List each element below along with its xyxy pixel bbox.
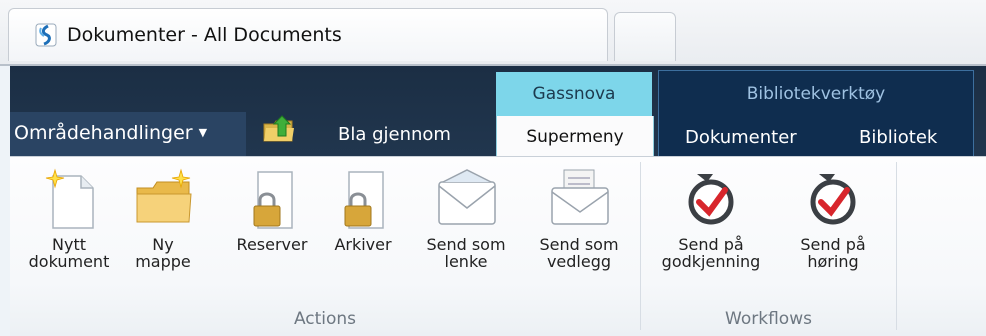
site-actions-label[interactable]: Områdehandlinger ▼	[14, 122, 207, 144]
envelope-attachment-icon	[551, 169, 609, 225]
gassnova-context-header: Gassnova	[496, 72, 652, 116]
envelope-link-icon	[438, 169, 496, 225]
command-label: Send som vedlegg	[539, 235, 619, 271]
command-label: Nytt dokument	[28, 235, 110, 271]
command-label: Send på godkjenning	[661, 235, 761, 271]
group-label-actions: Actions	[293, 309, 357, 329]
archive-lock-icon	[344, 171, 384, 229]
send-for-review-button[interactable]: Send på høring	[786, 168, 880, 270]
archive-button[interactable]: Arkiver	[322, 168, 404, 253]
sharepoint-favicon-icon	[35, 23, 57, 47]
checkout-button[interactable]: Reserver	[226, 168, 318, 253]
library-tools-header: Bibliotekverktøy	[746, 84, 886, 104]
group-divider	[896, 162, 897, 330]
tab-supermeny[interactable]: Supermeny	[496, 116, 654, 158]
send-as-attachment-button[interactable]: Send som vedlegg	[524, 168, 634, 270]
send-as-link-button[interactable]: Send som lenke	[410, 168, 522, 270]
group-divider	[640, 162, 641, 330]
command-label: Send som lenke	[426, 235, 506, 271]
checkout-lock-icon	[253, 171, 293, 229]
dropdown-arrow-icon: ▼	[198, 126, 208, 139]
new-document-button[interactable]: Nytt dokument	[20, 168, 118, 270]
tab-library[interactable]: Bibliotek	[859, 127, 937, 148]
site-actions-text: Områdehandlinger	[14, 122, 193, 144]
command-label: Reserver	[236, 235, 308, 254]
new-tab-button[interactable]	[614, 12, 676, 61]
command-label: Send på høring	[800, 235, 866, 271]
command-label: Ny mappe	[135, 235, 191, 271]
new-folder-icon	[136, 168, 192, 223]
workflow-approval-icon	[688, 174, 734, 225]
browser-tab-title: Dokumenter - All Documents	[67, 24, 342, 46]
command-label: Arkiver	[334, 235, 392, 254]
workflow-review-icon	[810, 174, 856, 225]
send-for-approval-button[interactable]: Send på godkjenning	[650, 168, 772, 270]
navigate-up-folder-icon[interactable]	[262, 114, 296, 144]
library-tools-context: Bibliotekverktøy Dokumenter Bibliotek	[658, 70, 974, 156]
browser-tab-active[interactable]: Dokumenter - All Documents	[8, 8, 608, 61]
tab-browse[interactable]: Bla gjennom	[338, 124, 451, 145]
tab-documents[interactable]: Dokumenter	[685, 127, 797, 148]
new-document-icon	[45, 168, 94, 229]
new-folder-button[interactable]: Ny mappe	[124, 168, 202, 270]
group-label-workflows: Workflows	[725, 309, 812, 329]
